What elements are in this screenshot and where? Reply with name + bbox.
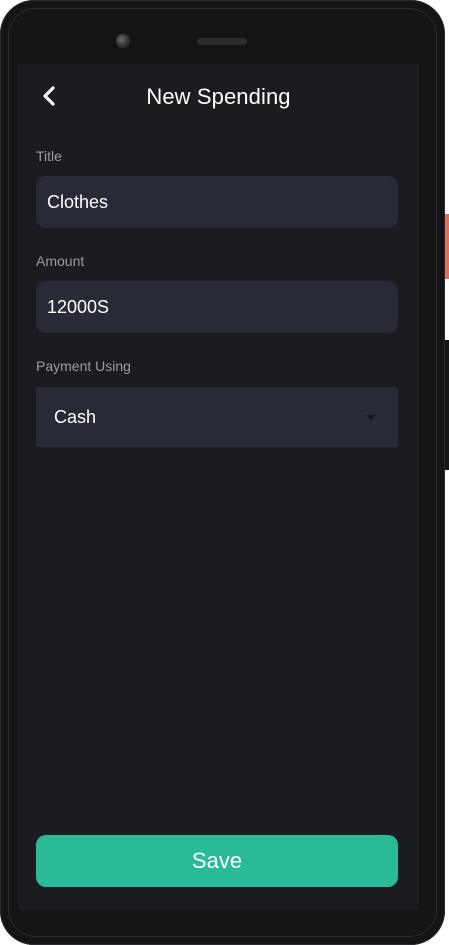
payment-selected-value: Cash (54, 407, 97, 427)
app-header: New Spending (18, 64, 419, 132)
earpiece-speaker (197, 38, 247, 45)
save-button[interactable]: Save (36, 835, 398, 887)
app-screen: New Spending Title Amount Payment Using … (18, 64, 419, 910)
caret-down-icon (366, 415, 376, 420)
amount-input[interactable] (36, 281, 398, 333)
title-input[interactable] (36, 176, 398, 228)
amount-label: Amount (36, 253, 85, 269)
front-camera (116, 34, 130, 48)
title-label: Title (36, 148, 62, 164)
side-volume-button (445, 214, 449, 279)
page-title: New Spending (146, 84, 291, 109)
side-power-button (445, 340, 449, 470)
payment-method-dropdown[interactable]: Cash (36, 387, 398, 447)
phone-frame: New Spending Title Amount Payment Using … (0, 0, 445, 945)
payment-label: Payment Using (36, 358, 131, 374)
